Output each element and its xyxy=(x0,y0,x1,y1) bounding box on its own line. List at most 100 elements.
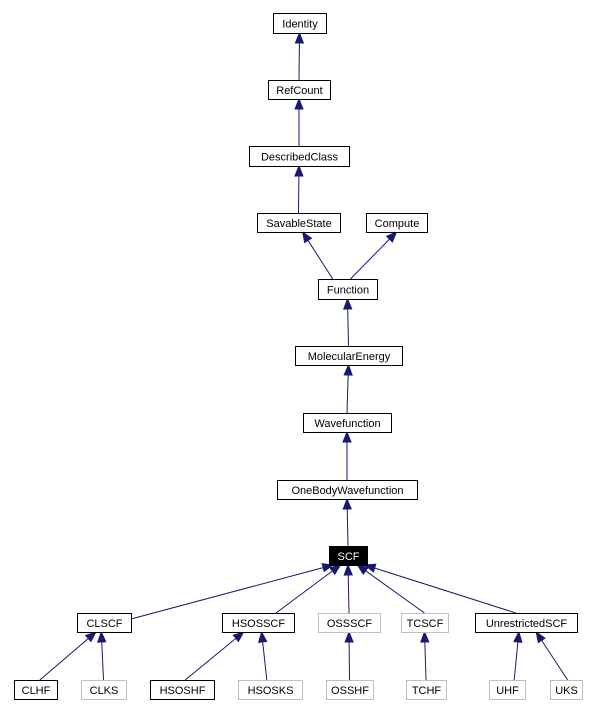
arrowhead-icon xyxy=(342,430,352,443)
class-node-onebodywavefunction[interactable]: OneBodyWavefunction xyxy=(277,480,418,500)
class-node-ossscf: OSSSCF xyxy=(318,613,381,633)
class-node-tcscf: TCSCF xyxy=(401,613,449,633)
node-label: UnrestrictedSCF xyxy=(486,618,568,630)
node-label: RefCount xyxy=(276,85,322,97)
arrowhead-icon xyxy=(258,630,268,643)
inheritance-edge-uks-to-unrestrictedscf xyxy=(535,630,569,681)
edge-line xyxy=(513,641,519,681)
inheritance-edge-ossscf-to-scf xyxy=(343,563,353,614)
class-node-describedclass[interactable]: DescribedClass xyxy=(249,146,350,167)
edge-line xyxy=(346,508,349,547)
arrowhead-icon xyxy=(513,630,523,643)
class-node-unrestrictedscf[interactable]: UnrestrictedSCF xyxy=(475,613,578,633)
class-node-hsosks: HSOSKS xyxy=(238,680,303,700)
arrowhead-icon xyxy=(535,630,546,644)
edge-line xyxy=(262,641,268,681)
node-label: OSSHF xyxy=(331,685,369,697)
class-node-function[interactable]: Function xyxy=(318,279,378,300)
node-label: SavableState xyxy=(266,218,331,230)
node-label: Wavefunction xyxy=(314,418,380,430)
class-node-refcount[interactable]: RefCount xyxy=(268,80,331,100)
inheritance-edge-scf-to-onebodywavefunction xyxy=(342,497,352,547)
inheritance-edge-molecularenergy-to-function xyxy=(342,297,353,347)
node-label: HSOSKS xyxy=(248,685,294,697)
arrowhead-icon xyxy=(84,631,97,643)
arrowhead-icon xyxy=(344,630,354,643)
inheritance-edge-osshf-to-ossscf xyxy=(344,630,354,681)
inheritance-edge-hsosscf-to-scf xyxy=(275,564,342,614)
inheritance-edge-describedclass-to-refcount xyxy=(294,97,304,146)
class-node-compute[interactable]: Compute xyxy=(366,213,428,233)
arrowhead-icon xyxy=(301,230,313,244)
edge-line xyxy=(39,638,89,681)
inheritance-edge-uhf-to-unrestrictedscf xyxy=(513,630,523,681)
node-label: HSOSSCF xyxy=(232,618,285,630)
edge-line xyxy=(184,637,237,681)
inheritance-edge-tchf-to-tcscf xyxy=(420,630,430,681)
inheritance-edge-wavefunction-to-molecularenergy xyxy=(343,363,353,414)
edge-line xyxy=(374,567,516,614)
arrowhead-icon xyxy=(232,631,245,643)
node-label: HSOSHF xyxy=(160,685,206,697)
arrowhead-icon xyxy=(342,497,352,510)
inheritance-edge-onebodywavefunction-to-wavefunction xyxy=(342,430,352,480)
class-node-wavefunction[interactable]: Wavefunction xyxy=(303,413,392,433)
arrowhead-icon xyxy=(342,297,353,310)
node-label: OSSSCF xyxy=(327,618,373,630)
class-node-osshf: OSSHF xyxy=(326,680,374,700)
arrowhead-icon xyxy=(294,31,305,44)
edge-line xyxy=(347,574,350,614)
class-node-savablestate[interactable]: SavableState xyxy=(257,213,341,233)
node-label: Identity xyxy=(282,19,318,31)
class-node-hsosscf[interactable]: HSOSSCF xyxy=(222,613,295,633)
class-node-molecularenergy[interactable]: MolecularEnergy xyxy=(295,346,403,366)
arrowhead-icon xyxy=(97,630,107,643)
inheritance-diagram: Identity RefCount DescribedClass SavableSta… xyxy=(14,13,583,700)
edge-line xyxy=(130,567,324,620)
edge-line xyxy=(541,640,569,681)
arrowhead-icon xyxy=(420,630,430,643)
arrowhead-icon xyxy=(294,97,304,110)
inheritance-edge-clhf-to-clscf xyxy=(39,631,97,681)
node-label: TCHF xyxy=(412,685,442,697)
class-node-uhf: UHF xyxy=(489,680,526,700)
inheritance-edge-clks-to-clscf xyxy=(97,630,107,681)
node-label: Function xyxy=(327,285,369,297)
node-label: CLHF xyxy=(22,685,51,697)
edge-line xyxy=(350,238,390,280)
class-node-clscf[interactable]: CLSCF xyxy=(77,613,132,633)
node-label: Compute xyxy=(375,218,420,230)
edge-line xyxy=(424,641,427,681)
node-label: TCSCF xyxy=(407,618,444,630)
edge-line xyxy=(346,374,349,414)
node-label: UHF xyxy=(496,685,519,697)
node-label: CLSCF xyxy=(86,618,122,630)
node-label: DescribedClass xyxy=(261,152,339,164)
class-node-scf: SCF xyxy=(329,546,368,566)
node-label: CLKS xyxy=(90,685,119,697)
inheritance-edge-hsosks-to-hsosscf xyxy=(258,630,268,681)
class-node-tchf: TCHF xyxy=(406,680,447,700)
edge-line xyxy=(307,240,334,280)
edge-line xyxy=(275,570,333,614)
edge-line xyxy=(347,308,349,347)
inheritance-edge-savablestate-to-describedclass xyxy=(294,164,304,214)
class-node-clks: CLKS xyxy=(81,680,127,700)
edge-line xyxy=(101,641,104,681)
node-label: UKS xyxy=(555,685,578,697)
class-node-clhf[interactable]: CLHF xyxy=(14,680,58,700)
class-node-uks: UKS xyxy=(550,680,583,700)
arrowhead-icon xyxy=(343,563,353,576)
inheritance-edge-unrestrictedscf-to-scf xyxy=(363,563,516,614)
node-label: MolecularEnergy xyxy=(308,351,391,363)
inheritance-edge-function-to-savablestate xyxy=(301,230,334,280)
class-node-identity[interactable]: Identity xyxy=(273,13,327,34)
arrowhead-icon xyxy=(294,164,304,177)
node-label: OneBodyWavefunction xyxy=(291,485,403,497)
class-node-hsoshf[interactable]: HSOSHF xyxy=(150,680,215,700)
inheritance-edge-refcount-to-identity xyxy=(294,31,305,81)
inheritance-edge-tcscf-to-scf xyxy=(356,564,425,614)
inheritance-edge-hsoshf-to-hsosscf xyxy=(184,631,245,681)
node-label: SCF xyxy=(338,551,360,563)
arrowhead-icon xyxy=(343,363,353,376)
